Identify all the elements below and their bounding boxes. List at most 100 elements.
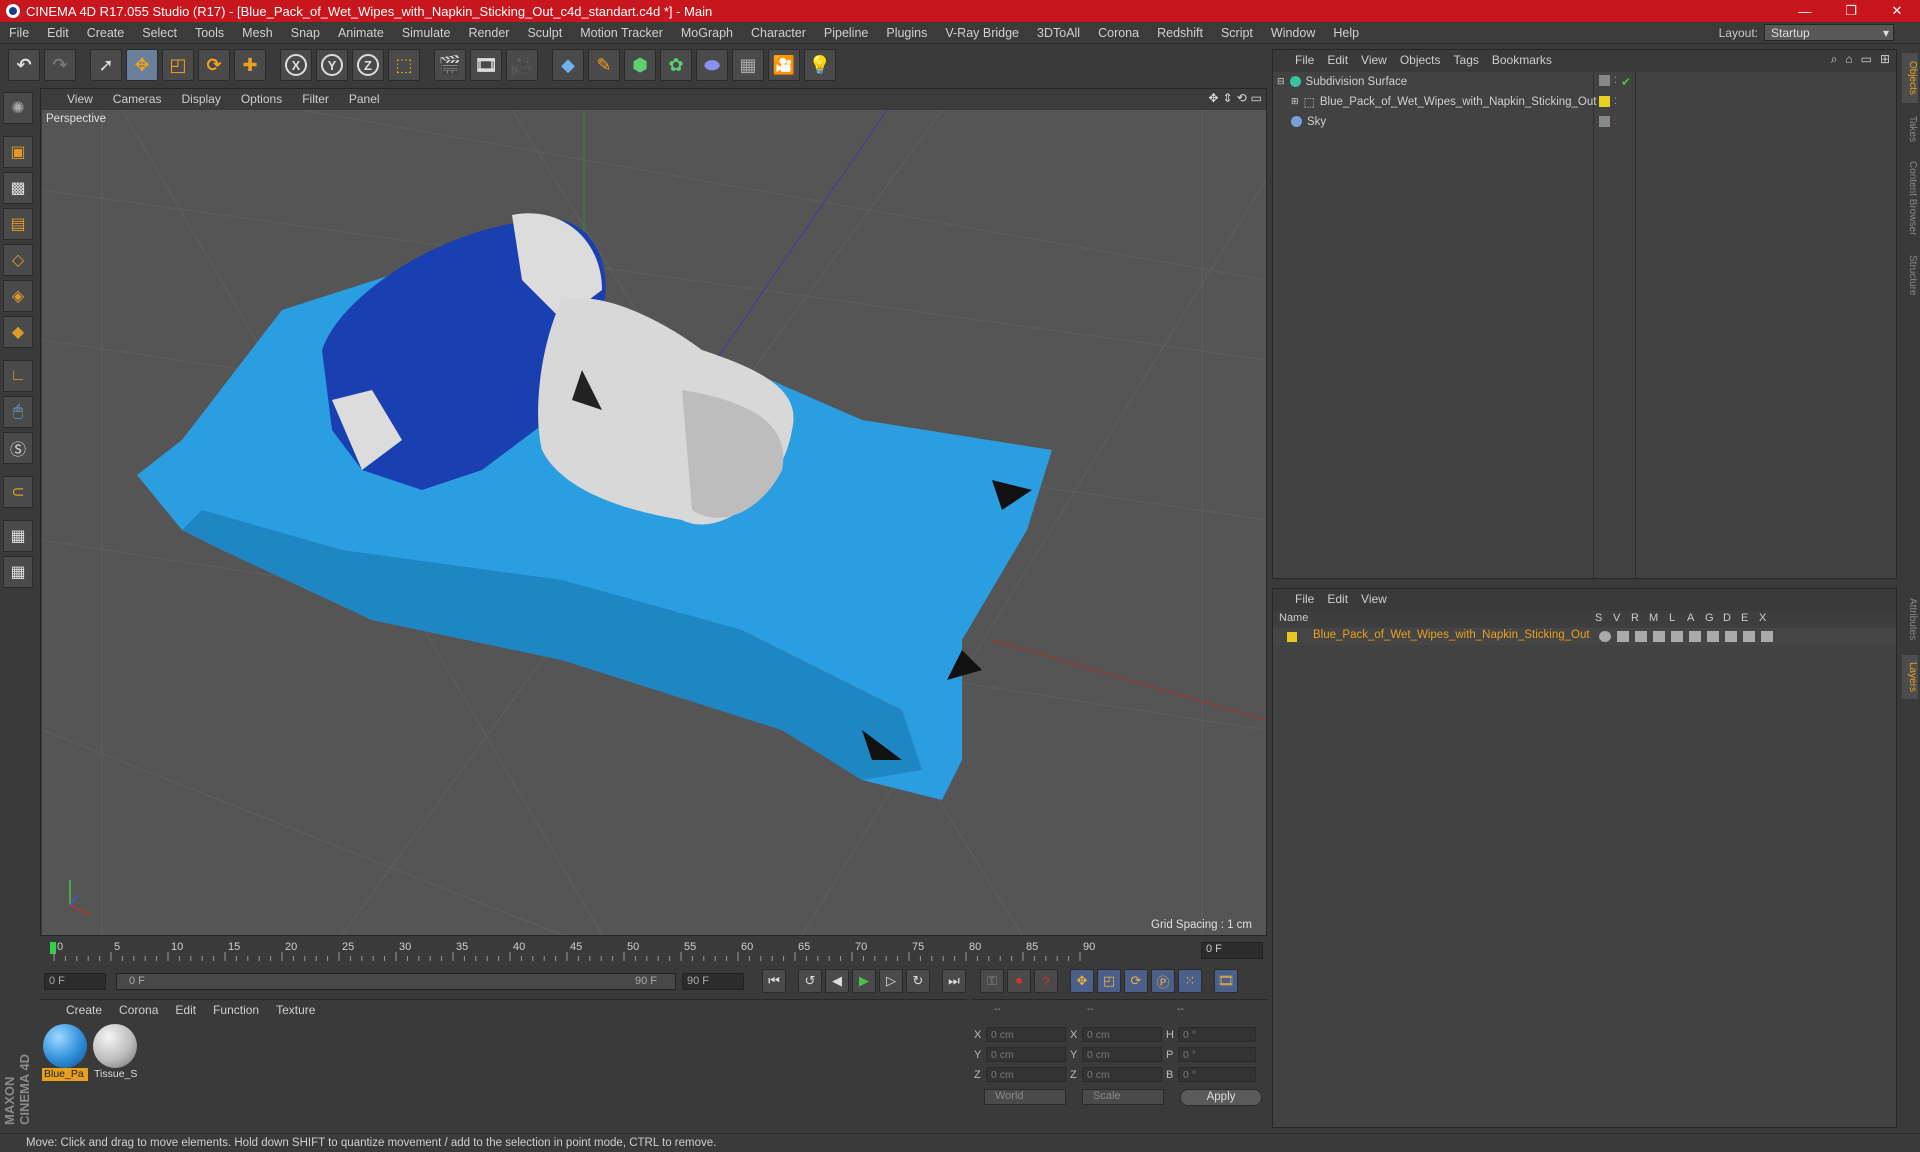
layer-row[interactable]: Blue_Pack_of_Wet_Wipes_with_Napkin_Stick… <box>1273 628 1896 645</box>
goto-end-button[interactable]: ⏭ <box>942 969 966 993</box>
menu-window[interactable]: Window <box>1262 26 1324 40</box>
menu-pipeline[interactable]: Pipeline <box>815 26 877 40</box>
material-menu-texture[interactable]: Texture <box>268 1003 324 1017</box>
layers-menu-view[interactable]: View <box>1357 592 1396 606</box>
generator-toggle-icon[interactable] <box>1707 631 1719 642</box>
apply-button[interactable]: Apply <box>1180 1089 1262 1106</box>
scale-tool-button[interactable]: ◰ <box>162 49 194 81</box>
wet-wipes-pack-model[interactable] <box>137 213 1052 800</box>
solo-toggle-icon[interactable] <box>1599 631 1611 642</box>
polygons-mode-button[interactable]: ◆ <box>3 316 33 348</box>
size-x-field[interactable]: 0 cm <box>1082 1027 1162 1042</box>
pan-icon[interactable]: ✥ <box>1208 91 1218 105</box>
menu-snap[interactable]: Snap <box>282 26 329 40</box>
subdivision-surface-button[interactable]: ⬢ <box>624 49 656 81</box>
rotate-tool-button[interactable]: ⟳ <box>198 49 230 81</box>
deformer-toggle-icon[interactable] <box>1725 631 1737 642</box>
edit-render-settings-button[interactable]: 🎥 <box>506 49 538 81</box>
minimize-button[interactable]: — <box>1782 0 1828 22</box>
expand-icon[interactable]: ⊞ <box>1291 96 1299 107</box>
objects-menu-edit[interactable]: Edit <box>1323 53 1357 67</box>
last-tool-button[interactable]: ✚ <box>234 49 266 81</box>
workplane-mode-button[interactable]: ▤ <box>3 208 33 240</box>
viewport-menu-panel[interactable]: Panel <box>341 92 392 106</box>
frame-range-slider[interactable]: 0 F 90 F <box>116 972 676 990</box>
texture-mode-button[interactable]: ▩ <box>3 172 33 204</box>
size-mode-select[interactable]: Scale <box>1082 1089 1164 1105</box>
enabled-check-icon[interactable]: ✔ <box>1621 75 1631 89</box>
deformer-button[interactable]: ⬬ <box>696 49 728 81</box>
close-button[interactable]: ✕ <box>1874 0 1920 22</box>
render-view-button[interactable]: 🎬 <box>434 49 466 81</box>
timeline-window-button[interactable]: 🎞 <box>1214 969 1238 993</box>
menu-redshift[interactable]: Redshift <box>1148 26 1212 40</box>
timeline-ruler[interactable]: 0 5 10 15 20 25 30 35 40 45 50 55 60 65 70 75 80 85 90 0 F <box>40 938 1267 964</box>
locked-workplane-button[interactable]: ▦ <box>3 520 33 552</box>
light-button[interactable]: 💡 <box>804 49 836 81</box>
size-z-field[interactable]: 0 cm <box>1082 1067 1162 1082</box>
menu-render[interactable]: Render <box>459 26 518 40</box>
xref-toggle-icon[interactable] <box>1761 631 1773 642</box>
expression-toggle-icon[interactable] <box>1743 631 1755 642</box>
material-blue-pack[interactable]: Blue_Pa <box>42 1024 88 1082</box>
end-frame-field[interactable]: 90 F <box>682 972 744 990</box>
key-position-button[interactable]: ✥ <box>1070 969 1094 993</box>
menu-help[interactable]: Help <box>1324 26 1368 40</box>
spline-button[interactable]: ✎ <box>588 49 620 81</box>
menu-create[interactable]: Create <box>78 26 134 40</box>
object-row-wet-wipes[interactable]: ⊞ ⬚ Blue_Pack_of_Wet_Wipes_with_Napkin_S… <box>1273 92 1896 111</box>
viewport-menu-cameras[interactable]: Cameras <box>105 92 174 106</box>
tab-attributes[interactable]: Attributes <box>1902 589 1918 649</box>
material-menu-create[interactable]: Create <box>58 1003 111 1017</box>
cube-primitive-button[interactable]: ◆ <box>552 49 584 81</box>
next-key-button[interactable]: ↻ <box>906 969 930 993</box>
x-axis-button[interactable]: X <box>280 49 312 81</box>
menu-character[interactable]: Character <box>742 26 815 40</box>
z-axis-button[interactable]: Z <box>352 49 384 81</box>
viewport-menu-options[interactable]: Options <box>233 92 294 106</box>
layer-color-icon[interactable] <box>1599 96 1610 107</box>
viewport-menu-display[interactable]: Display <box>173 92 232 106</box>
make-editable-button[interactable]: ✺ <box>3 92 33 124</box>
auto-keying-button[interactable]: ⏺ <box>1007 969 1031 993</box>
position-z-field[interactable]: 0 cm <box>986 1067 1066 1082</box>
menu-mesh[interactable]: Mesh <box>233 26 282 40</box>
objects-menu-file[interactable]: File <box>1291 53 1323 67</box>
objects-menu-view[interactable]: View <box>1357 53 1396 67</box>
next-frame-button[interactable]: ▷ <box>879 969 903 993</box>
cloner-button[interactable]: ✿ <box>660 49 692 81</box>
dolly-icon[interactable]: ⇕ <box>1223 91 1233 105</box>
menu-3dtoall[interactable]: 3DToAll <box>1028 26 1089 40</box>
tab-takes[interactable]: Takes <box>1902 109 1918 149</box>
menu-vray-bridge[interactable]: V-Ray Bridge <box>936 26 1028 40</box>
viewport-menu-filter[interactable]: Filter <box>294 92 341 106</box>
home-icon[interactable]: ⌂ <box>1845 52 1852 67</box>
menu-select[interactable]: Select <box>133 26 186 40</box>
layout-select[interactable]: Startup ▾ <box>1764 24 1894 41</box>
goto-start-button[interactable]: ⏮ <box>762 969 786 993</box>
orbit-icon[interactable]: ⟲ <box>1237 91 1247 105</box>
redo-button[interactable]: ↷ <box>44 49 76 81</box>
tab-structure[interactable]: Structure <box>1902 247 1918 303</box>
menu-animate[interactable]: Animate <box>329 26 393 40</box>
visibility-dots-icon[interactable]: ⁚ <box>1614 75 1617 89</box>
live-selection-button[interactable]: ➚ <box>90 49 122 81</box>
axis-mode-button[interactable]: ∟ <box>3 360 33 392</box>
timeline-playhead[interactable] <box>50 942 56 954</box>
maximize-view-icon[interactable]: ▭ <box>1251 91 1262 105</box>
tweak-mode-button[interactable]: 🖱 <box>3 396 33 428</box>
start-frame-field[interactable]: 0 F <box>44 972 106 990</box>
search-icon[interactable]: ⌕ <box>1831 52 1838 67</box>
play-button[interactable]: ▶ <box>852 969 876 993</box>
menu-tools[interactable]: Tools <box>186 26 233 40</box>
visibility-dots-icon[interactable]: ⁚ <box>1614 116 1617 127</box>
rotation-p-field[interactable]: 0 ° <box>1178 1047 1256 1062</box>
layers-menu-file[interactable]: File <box>1291 592 1323 606</box>
points-mode-button[interactable]: ◇ <box>3 244 33 276</box>
objects-menu-tags[interactable]: Tags <box>1450 53 1488 67</box>
coordinate-system-select[interactable]: World <box>984 1089 1066 1105</box>
tab-layers[interactable]: Layers <box>1902 655 1918 699</box>
render-toggle-icon[interactable] <box>1635 631 1647 642</box>
layers-menu-edit[interactable]: Edit <box>1323 592 1357 606</box>
rotation-h-field[interactable]: 0 ° <box>1178 1027 1256 1042</box>
